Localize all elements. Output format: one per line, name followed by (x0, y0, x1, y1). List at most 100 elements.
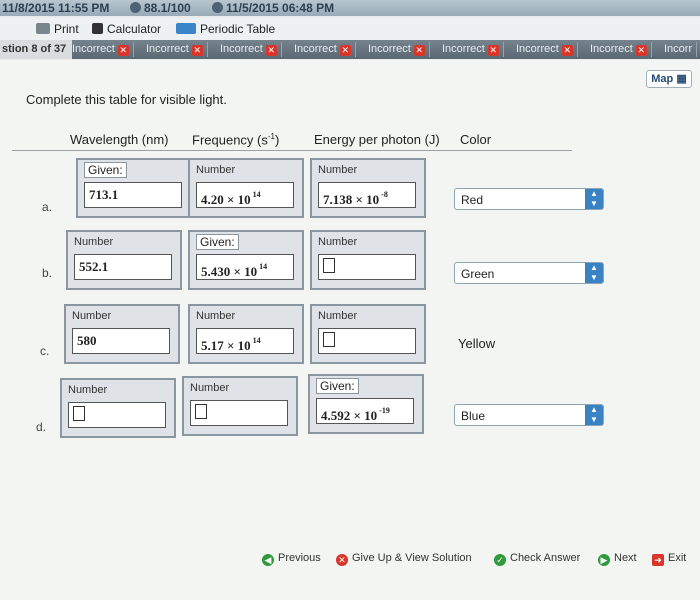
check-answer-button[interactable]: ✓ Check Answer (494, 552, 580, 566)
print-button[interactable]: Print (36, 22, 79, 36)
row-a-energy-cell: Number 7.138 × 10 -8 (310, 158, 426, 218)
printer-icon (36, 23, 50, 34)
question-tabs: stion 8 of 37 Incorrect ✕ Incorrect ✕ Incorr… (0, 40, 700, 59)
question-count: stion 8 of 37 (0, 40, 73, 59)
number-tag: Number (74, 236, 114, 248)
periodic-table-button[interactable]: Periodic Table (176, 22, 275, 36)
previous-arrow-icon: ◀ (262, 554, 274, 566)
input-placeholder-box (323, 332, 335, 347)
incorrect-icon: ✕ (413, 45, 425, 56)
row-d-energy-cell: Given: 4.592 × 10 -19 (308, 374, 424, 434)
next-arrow-icon: ▶ (598, 554, 610, 566)
row-a-frequency-cell: Number 4.20 × 10 14 (188, 158, 304, 218)
question-tab[interactable]: Incorr (664, 42, 698, 57)
map-button[interactable]: Map ▦ (646, 70, 692, 88)
question-tab[interactable]: Incorrect ✕ (442, 42, 504, 57)
question-tab[interactable]: Incorrect ✕ (294, 42, 356, 57)
instruction-text: Complete this table for visible light. (26, 92, 227, 107)
given-tag: Given: (196, 234, 239, 250)
select-arrows-icon: ▲ ▼ (585, 189, 603, 209)
exit-button[interactable]: ➜ Exit (652, 552, 686, 566)
row-b-color-select[interactable]: Green ▲ ▼ (454, 262, 604, 284)
row-label-b: b. (42, 266, 53, 280)
right-datetime: 11/5/2015 06:48 PM (212, 1, 334, 15)
row-b-frequency-cell: Given: 5.430 × 10 14 (188, 230, 304, 290)
number-tag: Number (190, 382, 230, 394)
header-divider (12, 150, 572, 151)
number-tag: Number (196, 310, 236, 322)
score-icon (130, 2, 141, 13)
periodic-table-icon (176, 23, 196, 34)
map-icon: ▦ (676, 73, 687, 85)
row-label-d: d. (36, 420, 47, 434)
number-tag: Number (72, 310, 112, 322)
row-b-energy-input[interactable] (318, 254, 416, 280)
row-a-wavelength-value: 713.1 (84, 182, 182, 208)
row-c-energy-cell: Number (310, 304, 426, 364)
row-c-wavelength-input[interactable]: 580 (72, 328, 170, 354)
given-tag: Given: (84, 162, 127, 178)
number-tag: Number (318, 164, 358, 176)
incorrect-icon: ✕ (117, 45, 129, 56)
question-tab[interactable]: Incorrect ✕ (590, 42, 652, 57)
row-d-energy-value: 4.592 × 10 -19 (316, 398, 414, 424)
row-b-energy-cell: Number (310, 230, 426, 290)
row-b-wavelength-cell: Number 552.1 (66, 230, 182, 290)
row-c-frequency-input[interactable]: 5.17 × 10 14 (196, 328, 294, 354)
incorrect-icon: ✕ (339, 45, 351, 56)
incorrect-icon: ✕ (561, 45, 573, 56)
input-placeholder-box (195, 404, 207, 419)
question-tab[interactable]: Incorrect ✕ (220, 42, 282, 57)
row-d-wavelength-cell: Number (60, 378, 176, 438)
row-d-wavelength-input[interactable] (68, 402, 166, 428)
row-label-c: c. (40, 344, 50, 358)
calculator-button[interactable]: Calculator (92, 22, 161, 36)
toolbar: Print Calculator Periodic Table (0, 18, 700, 41)
give-up-icon: ✕ (336, 554, 348, 566)
question-tab[interactable]: Incorrect ✕ (516, 42, 578, 57)
row-d-color-select[interactable]: Blue ▲ ▼ (454, 404, 604, 426)
calculator-icon (92, 23, 103, 34)
number-tag: Number (318, 236, 358, 248)
question-tab[interactable]: Incorrect ✕ (368, 42, 430, 57)
header-frequency: Frequency (s-1) (192, 132, 280, 148)
check-icon: ✓ (494, 554, 506, 566)
incorrect-icon: ✕ (191, 45, 203, 56)
row-d-frequency-cell: Number (182, 376, 298, 436)
input-placeholder-box (73, 406, 85, 421)
row-c-wavelength-cell: Number 580 (64, 304, 180, 364)
header-color: Color (460, 132, 492, 147)
row-c-frequency-cell: Number 5.17 × 10 14 (188, 304, 304, 364)
left-datetime: 11/8/2015 11:55 PM (2, 1, 110, 15)
incorrect-icon: ✕ (487, 45, 499, 56)
next-button[interactable]: ▶ Next (598, 552, 637, 566)
select-arrows-icon: ▲ ▼ (585, 263, 603, 283)
header-wavelength: Wavelength (nm) (70, 132, 169, 147)
row-c-energy-input[interactable] (318, 328, 416, 354)
row-c-color-text: Yellow (458, 336, 496, 351)
number-tag: Number (68, 384, 108, 396)
incorrect-icon: ✕ (265, 45, 277, 56)
header-energy: Energy per photon (J) (314, 132, 440, 147)
question-tab[interactable]: Incorrect ✕ (72, 42, 134, 57)
exit-icon: ➜ (652, 554, 664, 566)
clock-icon (212, 2, 223, 13)
row-a-wavelength-cell: Given: 713.1 (76, 158, 192, 218)
previous-button[interactable]: ◀ Previous (262, 552, 321, 566)
row-label-a: a. (42, 200, 53, 214)
row-d-frequency-input[interactable] (190, 400, 288, 426)
give-up-button[interactable]: ✕ Give Up & View Solution (336, 552, 472, 566)
select-arrows-icon: ▲ ▼ (585, 405, 603, 425)
row-a-frequency-input[interactable]: 4.20 × 10 14 (196, 182, 294, 208)
row-a-color-select[interactable]: Red ▲ ▼ (454, 188, 604, 210)
question-tab[interactable]: Incorrect ✕ (146, 42, 208, 57)
number-tag: Number (318, 310, 358, 322)
incorrect-icon: ✕ (635, 45, 647, 56)
row-b-frequency-value: 5.430 × 10 14 (196, 254, 294, 280)
status-strip: 11/8/2015 11:55 PM 88.1/100 11/5/2015 06… (0, 0, 700, 16)
number-tag: Number (196, 164, 236, 176)
given-tag: Given: (316, 378, 359, 394)
row-b-wavelength-input[interactable]: 552.1 (74, 254, 172, 280)
score-badge: 88.1/100 (130, 1, 191, 15)
row-a-energy-input[interactable]: 7.138 × 10 -8 (318, 182, 416, 208)
